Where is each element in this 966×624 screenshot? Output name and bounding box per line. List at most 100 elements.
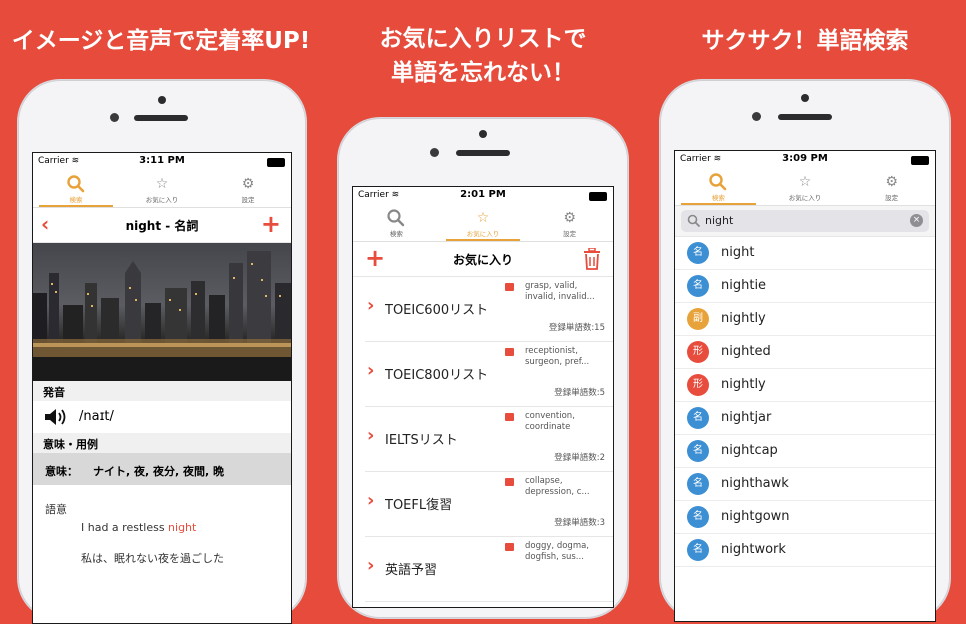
search-result-row[interactable]: 名 nightcap [675,435,935,468]
headline-center-line2: 単語を忘れない！ [391,60,575,86]
favorite-list-row[interactable]: › TOEIC600リスト grasp, valid, invalid, inval… [365,277,613,342]
part-of-speech-badge: 副 [687,308,709,330]
tab-search-label: 検索 [69,196,83,204]
chevron-right-icon: › [367,295,375,316]
meaning-text: ナイト, 夜, 夜分, 夜間, 晩 [93,465,225,478]
earpiece-speaker [134,115,188,121]
tab-settings-label: 設定 [885,194,899,202]
screen-center: Carrier ≋ 2:01 PM 検索 ☆ お気に入り ⚙ 設定 + お気に入… [352,186,614,608]
search-result-row[interactable]: 形 nightly [675,369,935,402]
part-of-speech-badge: 名 [687,275,709,297]
result-word: nighthawk [721,476,789,491]
search-result-row[interactable]: 名 nightjar [675,402,935,435]
tab-settings[interactable]: ⚙ 設定 [848,169,935,205]
front-camera [430,148,439,157]
pronunciation-row[interactable]: /naɪt/ [33,401,291,433]
phone-right: Carrier ≋ 3:09 PM 検索 ☆ お気に入り ⚙ 設定 night … [660,80,950,622]
tab-settings-label: 設定 [241,196,255,204]
tab-favorites[interactable]: ☆ お気に入り [440,205,527,241]
favorite-list-row[interactable]: › TOEFL復習 collapse, depression, c... 登録単語数:… [365,472,613,537]
book-icon [505,478,514,486]
screen-right: Carrier ≋ 3:09 PM 検索 ☆ お気に入り ⚙ 設定 night … [674,150,936,622]
city-skyline-image [33,251,291,381]
part-of-speech-badge: 名 [687,440,709,462]
clear-icon[interactable]: × [910,214,923,227]
favorite-list-row[interactable]: › TOEIC800リスト receptionist, surgeon, pref.… [365,342,613,407]
trash-icon[interactable] [583,248,601,270]
search-results: 名 night 名 nightie 副 nightly 形 nighted 形 nightly 名 n… [675,237,935,567]
earpiece-speaker [456,150,510,156]
book-icon [505,283,514,291]
meaning-row: 意味： ナイト, 夜, 夜分, 夜間, 晩 [33,453,291,485]
list-name: TOEIC800リスト [385,368,489,383]
search-input[interactable]: night [705,214,733,227]
headline-center-line1: お気に入りリストで [379,26,587,52]
example-english-prefix: I had a restless [81,521,169,534]
example-english-highlight: night [168,521,197,534]
list-name: 英語予習 [385,563,438,578]
search-result-row[interactable]: 名 nightgown [675,501,935,534]
example-english: I had a restless night [33,521,291,534]
part-of-speech-badge: 名 [687,473,709,495]
search-icon [675,172,762,192]
chevron-right-icon: › [367,555,375,576]
result-word: nightgown [721,509,790,524]
search-result-row[interactable]: 形 nighted [675,336,935,369]
add-icon[interactable]: + [261,210,281,238]
gear-icon: ⚙ [563,210,576,226]
favorite-list-row[interactable]: › IELTSリスト convention, coordinate 登録単語数:2 [365,407,613,472]
tab-favorites[interactable]: ☆ お気に入り [762,169,849,205]
part-of-speech-badge: 形 [687,374,709,396]
list-count: 登録単語数:2 [554,453,605,463]
tab-settings[interactable]: ⚙ 設定 [526,205,613,241]
word-image [33,243,291,381]
search-icon [687,214,701,228]
phone-left: Carrier ≋ 3:11 PM 検索 ☆ お気に入り ⚙ 設定 ‹ nigh… [18,80,306,624]
gear-icon: ⚙ [241,176,255,192]
result-word: night [721,245,755,260]
search-result-row[interactable]: 名 nighthawk [675,468,935,501]
tab-settings-label: 設定 [563,230,577,238]
tab-bar: 検索 ☆ お気に入り ⚙ 設定 [675,169,935,206]
status-bar: Carrier ≋ 3:11 PM [33,153,291,171]
book-icon [505,348,514,356]
result-word: nightwork [721,542,786,557]
favorite-list-row[interactable]: › 英語予習 doggy, dogma, dogfish, sus... [365,537,613,602]
tab-search[interactable]: 検索 [675,169,762,205]
search-icon [353,208,440,228]
page-title: night - 名詞 [125,219,199,233]
tab-search-label: 検索 [389,230,403,238]
search-result-row[interactable]: 名 nightwork [675,534,935,567]
list-words: grasp, valid, invalid, invalid... [525,281,595,302]
list-words: doggy, dogma, dogfish, sus... [525,541,590,562]
result-word: nightly [721,311,766,326]
search-result-row[interactable]: 名 nightie [675,270,935,303]
tab-favorites-label: お気に入り [466,230,500,238]
meaning-label: 意味： [45,465,78,478]
screen-left: Carrier ≋ 3:11 PM 検索 ☆ お気に入り ⚙ 設定 ‹ nigh… [32,152,292,624]
list-words: convention, coordinate [525,411,575,432]
status-time: 3:11 PM [139,155,185,166]
tab-search[interactable]: 検索 [353,205,440,241]
search-bar: night × [675,206,935,237]
tab-settings[interactable]: ⚙ 設定 [205,171,291,207]
example-label: 語意 [45,503,67,516]
part-of-speech-badge: 名 [687,539,709,561]
speaker-icon[interactable] [43,407,67,427]
tab-search[interactable]: 検索 [33,171,119,207]
search-icon [33,174,119,194]
proximity-sensor [158,96,166,104]
search-result-row[interactable]: 名 night [675,237,935,270]
list-words: receptionist, surgeon, pref... [525,346,590,367]
tab-favorites[interactable]: ☆ お気に入り [119,171,205,207]
proximity-sensor [479,130,487,138]
headline-right: サクサク！単語検索 [701,28,909,54]
headline-center: お気に入りリストで 単語を忘れない！ [322,22,644,90]
chevron-right-icon: › [367,360,375,381]
search-result-row[interactable]: 副 nightly [675,303,935,336]
search-field[interactable]: night × [681,210,929,232]
example-japanese: 私は、眠れない夜を過ごした [81,552,224,565]
part-of-speech-badge: 形 [687,341,709,363]
front-camera [752,112,761,121]
meaning-header: 意味・用例 [33,433,291,453]
